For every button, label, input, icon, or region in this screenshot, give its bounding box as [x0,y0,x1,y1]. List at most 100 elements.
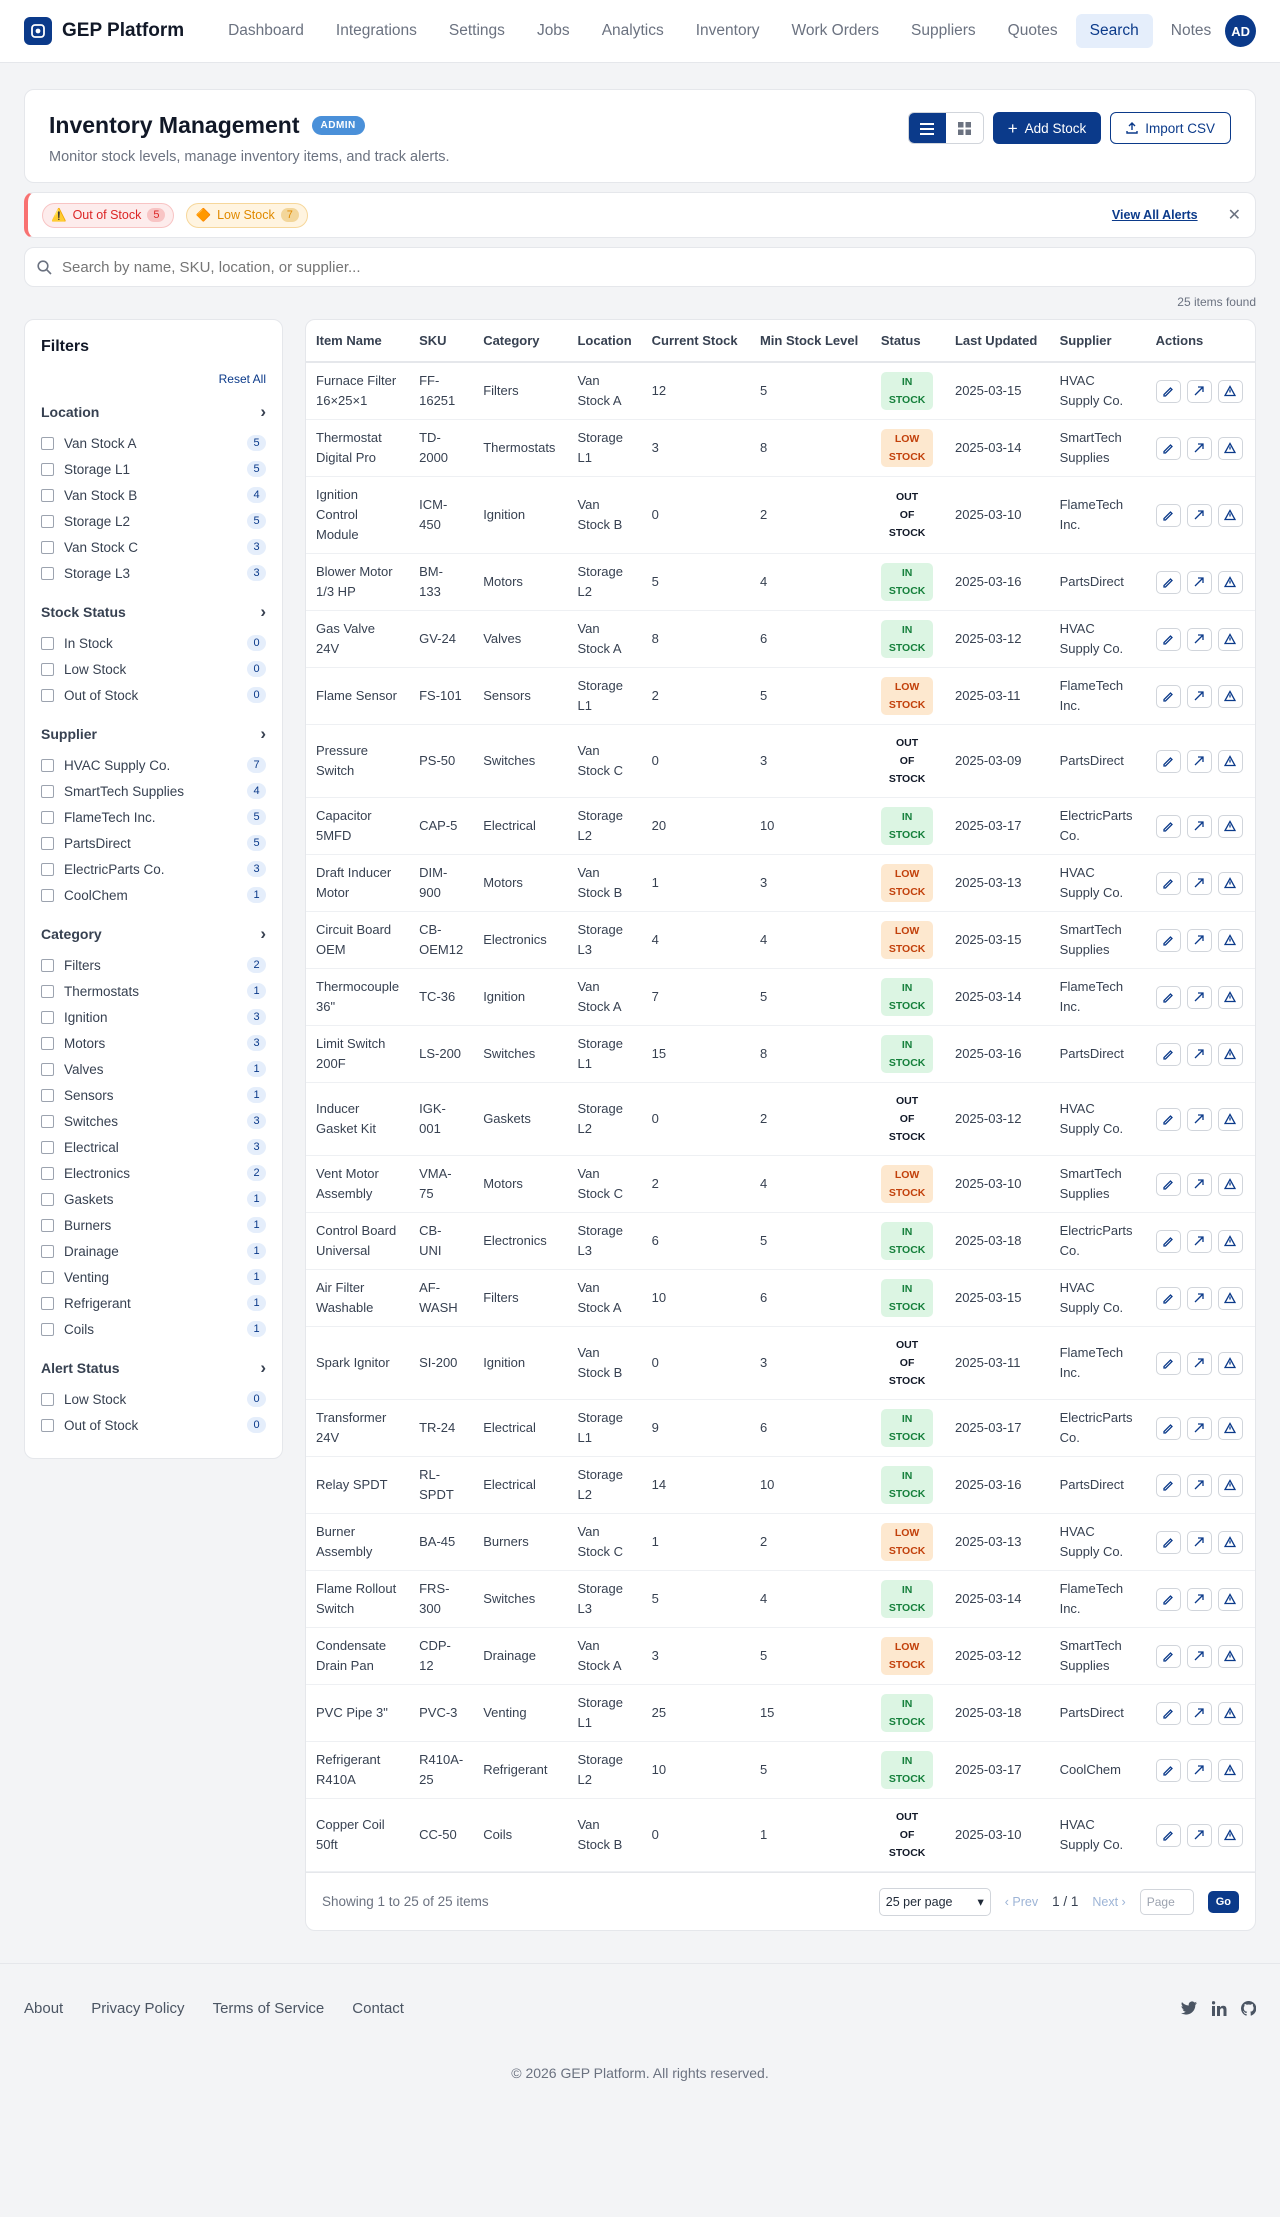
filter-option[interactable]: SmartTech Supplies 4 [41,778,266,804]
per-page-select[interactable]: 25 per page ▾ [878,1887,991,1916]
edit-button[interactable] [1155,1286,1181,1310]
table-row[interactable]: Blower Motor 1/3 HP BM-133 Motors Storage L… [306,553,1255,611]
alert-button[interactable] [1217,1473,1243,1497]
adjust-stock-button[interactable] [1186,749,1212,773]
adjust-stock-button[interactable] [1186,1530,1212,1554]
adjust-stock-button[interactable] [1186,1351,1212,1375]
table-row[interactable]: Circuit Board OEM CB-OEM12 Electronics Stor… [306,911,1255,969]
footer-link-terms-of-service[interactable]: Terms of Service [213,2000,325,2017]
filter-option[interactable]: Refrigerant 1 [41,1290,266,1316]
edit-button[interactable] [1155,1351,1181,1375]
footer-link-about[interactable]: About [24,2000,63,2017]
table-row[interactable]: Inducer Gasket Kit IGK-001 Gaskets Storage … [306,1082,1255,1156]
grid-view-button[interactable] [945,113,983,143]
edit-button[interactable] [1155,1107,1181,1131]
filter-option[interactable]: PartsDirect 5 [41,830,266,856]
nav-item-jobs[interactable]: Jobs [523,14,584,48]
alert-button[interactable] [1217,1587,1243,1611]
filter-option[interactable]: Valves 1 [41,1056,266,1082]
edit-button[interactable] [1155,1530,1181,1554]
next-page-button[interactable]: Next › [1092,1895,1125,1909]
alert-button[interactable] [1217,503,1243,527]
alert-button[interactable] [1217,1107,1243,1131]
filter-checkbox[interactable] [41,636,54,650]
nav-item-settings[interactable]: Settings [435,14,519,48]
filter-checkbox[interactable] [41,514,54,528]
table-row[interactable]: Ignition Control Module ICM-450 Ignition Va… [306,476,1255,554]
edit-button[interactable] [1155,1823,1181,1847]
filter-checkbox[interactable] [41,1114,54,1128]
adjust-stock-button[interactable] [1186,1107,1212,1131]
table-row[interactable]: Pressure Switch PS-50 Switches Van Stock C0… [306,724,1255,798]
edit-button[interactable] [1155,928,1181,952]
search-input[interactable] [62,258,1243,276]
filter-checkbox[interactable] [41,1192,54,1206]
filter-checkbox[interactable] [41,1088,54,1102]
filter-option[interactable]: Gaskets 1 [41,1186,266,1212]
adjust-stock-button[interactable] [1186,1644,1212,1668]
edit-button[interactable] [1155,1587,1181,1611]
table-row[interactable]: Copper Coil 50ft CC-50 Coils Van Stock B01O… [306,1798,1255,1872]
nav-item-work-orders[interactable]: Work Orders [777,14,893,48]
table-row[interactable]: Spark Ignitor SI-200 Ignition Van Stock B03… [306,1326,1255,1400]
filter-checkbox[interactable] [41,688,54,702]
github-icon[interactable] [1241,2000,1256,2016]
filter-option[interactable]: Out of Stock 0 [41,1412,266,1438]
reset-all-link[interactable]: Reset All [41,372,266,386]
adjust-stock-button[interactable] [1186,627,1212,651]
alert-button[interactable] [1217,871,1243,895]
alert-button[interactable] [1217,379,1243,403]
filter-option[interactable]: Low Stock 0 [41,656,266,682]
view-all-alerts-link[interactable]: View All Alerts [1112,208,1198,222]
filter-checkbox[interactable] [41,888,54,902]
filter-checkbox[interactable] [41,1392,54,1406]
filter-option[interactable]: Out of Stock 0 [41,682,266,708]
filter-checkbox[interactable] [41,1036,54,1050]
filter-checkbox[interactable] [41,662,54,676]
alert-button[interactable] [1217,627,1243,651]
table-row[interactable]: Thermostat Digital Pro TD-2000 Thermostats… [306,419,1255,477]
adjust-stock-button[interactable] [1186,1042,1212,1066]
filter-option[interactable]: Low Stock 0 [41,1386,266,1412]
edit-button[interactable] [1155,1758,1181,1782]
filter-checkbox[interactable] [41,862,54,876]
filter-option[interactable]: Coils 1 [41,1316,266,1342]
adjust-stock-button[interactable] [1186,1416,1212,1440]
nav-item-search[interactable]: Search [1075,14,1153,48]
alert-button[interactable] [1217,1042,1243,1066]
filter-option[interactable]: Thermostats 1 [41,978,266,1004]
filter-checkbox[interactable] [41,1270,54,1284]
alert-button[interactable] [1217,1644,1243,1668]
adjust-stock-button[interactable] [1186,814,1212,838]
filter-option[interactable]: Electrical 3 [41,1134,266,1160]
brand[interactable]: GEP Platform [24,17,214,45]
filter-option[interactable]: Van Stock C 3 [41,534,266,560]
adjust-stock-button[interactable] [1186,871,1212,895]
filter-checkbox[interactable] [41,1418,54,1432]
table-row[interactable]: Draft Inducer Motor DIM-900 Motors Van Stoc… [306,854,1255,912]
filter-section-header[interactable]: Stock Status › [41,602,266,622]
alert-button[interactable] [1217,684,1243,708]
filter-checkbox[interactable] [41,1322,54,1336]
filter-option[interactable]: Drainage 1 [41,1238,266,1264]
adjust-stock-button[interactable] [1186,1823,1212,1847]
filter-option[interactable]: Van Stock A 5 [41,430,266,456]
nav-item-inventory[interactable]: Inventory [682,14,774,48]
linkedin-icon[interactable] [1212,2000,1227,2016]
filter-checkbox[interactable] [41,488,54,502]
table-row[interactable]: Furnace Filter 16×25×1 FF-16251 Filters Van… [306,362,1255,420]
go-button[interactable]: Go [1207,1890,1239,1913]
alert-button[interactable] [1217,1416,1243,1440]
filter-option[interactable]: Switches 3 [41,1108,266,1134]
filter-checkbox[interactable] [41,836,54,850]
table-row[interactable]: Air Filter Washable AF-WASH Filters Van Sto… [306,1269,1255,1327]
nav-item-dashboard[interactable]: Dashboard [214,14,318,48]
table-row[interactable]: Flame Rollout Switch FRS-300 Switches Stora… [306,1570,1255,1628]
alert-button[interactable] [1217,814,1243,838]
filter-checkbox[interactable] [41,540,54,554]
prev-page-button[interactable]: ‹ Prev [1005,1895,1038,1909]
filter-checkbox[interactable] [41,1296,54,1310]
edit-button[interactable] [1155,1701,1181,1725]
filter-option[interactable]: Venting 1 [41,1264,266,1290]
alert-button[interactable] [1217,1351,1243,1375]
